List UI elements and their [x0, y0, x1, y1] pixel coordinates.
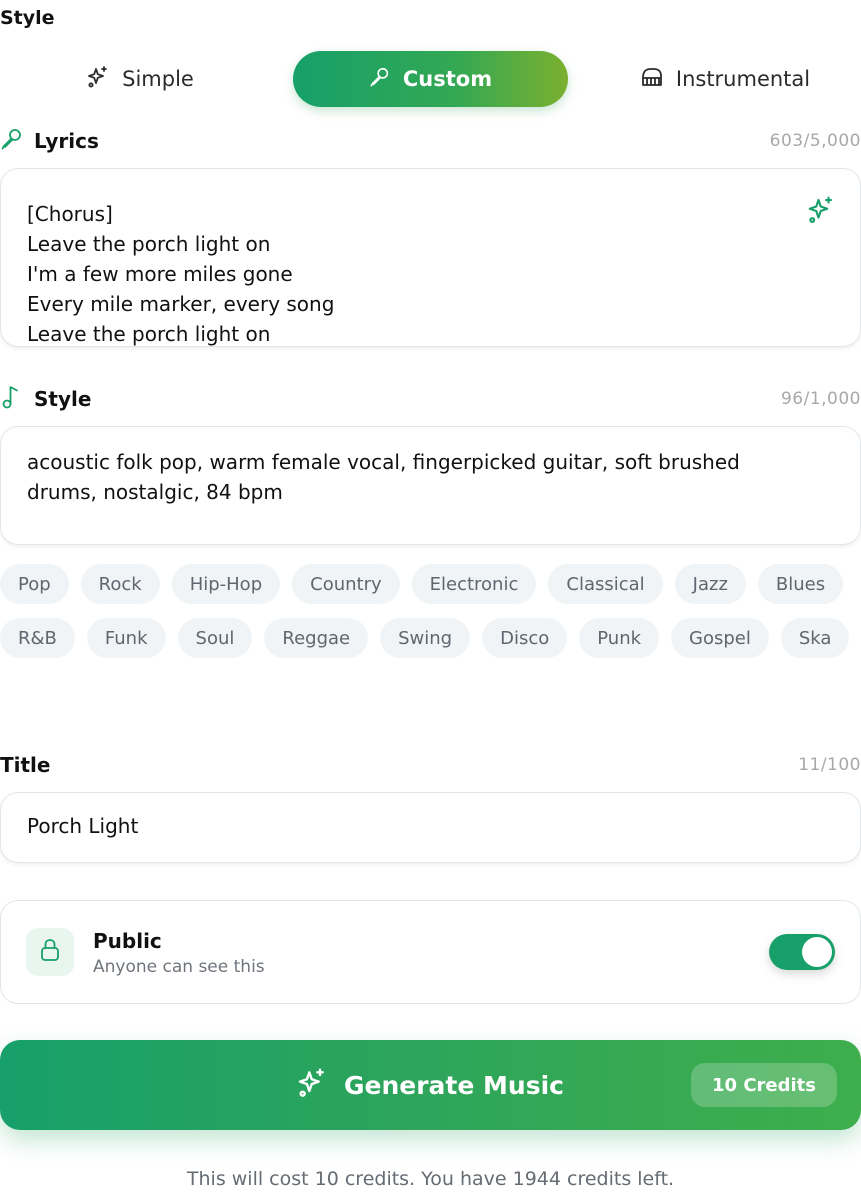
public-toggle[interactable] [769, 934, 835, 970]
genre-chip[interactable]: Punk [579, 618, 660, 658]
tab-instrumental[interactable]: Instrumental [620, 51, 830, 107]
credits-badge: 10 Credits [691, 1063, 837, 1107]
tab-custom-label: Custom [402, 67, 493, 91]
style-text[interactable]: acoustic folk pop, warm female vocal, fi… [27, 447, 800, 507]
genre-chip[interactable]: Hip-Hop [171, 564, 281, 604]
generate-button-content: Generate Music [296, 1040, 564, 1130]
genre-chip[interactable]: Ska [780, 618, 850, 658]
sparkles-icon [86, 65, 110, 94]
lock-icon-badge [26, 928, 74, 976]
genre-chip[interactable]: Jazz [674, 564, 746, 604]
genre-chip[interactable]: Pop [0, 564, 69, 604]
genre-chip[interactable]: Funk [86, 618, 166, 658]
genre-chip[interactable]: Disco [482, 618, 568, 658]
lyrics-textarea[interactable]: [Chorus] Leave the porch light on I'm a … [0, 168, 861, 347]
visibility-title: Public [93, 929, 162, 953]
piano-icon [640, 65, 664, 94]
lyrics-text[interactable]: [Chorus] Leave the porch light on I'm a … [27, 199, 790, 346]
sparkles-icon [296, 1067, 328, 1103]
style-header: Style 96/1,000 [0, 385, 861, 413]
microphone-icon [369, 66, 391, 93]
generate-music-button[interactable]: Generate Music 10 Credits [0, 1040, 861, 1130]
toggle-knob [802, 937, 832, 967]
sparkles-icon[interactable] [806, 195, 836, 229]
genre-chip[interactable]: Gospel [671, 618, 769, 658]
generate-button-label: Generate Music [344, 1070, 564, 1100]
lyrics-label: Lyrics [34, 129, 99, 153]
lock-icon [39, 938, 61, 966]
title-value[interactable]: Porch Light [27, 814, 138, 838]
music-note-icon [0, 384, 24, 414]
lyrics-header: Lyrics 603/5,000 [0, 127, 861, 155]
title-header: Title 11/100 [0, 751, 861, 779]
tab-simple[interactable]: Simple [40, 51, 240, 107]
title-char-count: 11/100 [798, 755, 861, 775]
microphone-icon [0, 127, 24, 155]
genre-chip-list: Pop Rock Hip-Hop Country Electronic Classical… [0, 564, 861, 658]
tab-instrumental-label: Instrumental [675, 67, 811, 91]
genre-chip[interactable]: Rock [80, 564, 160, 604]
genre-chip[interactable]: R&B [0, 618, 75, 658]
lyrics-char-count: 603/5,000 [769, 131, 861, 151]
tab-custom[interactable]: Custom [293, 51, 568, 107]
style-char-count: 96/1,000 [780, 389, 861, 409]
create-music-form: Style Simple Custom Instrumental Lyrics … [0, 0, 861, 1198]
genre-chip[interactable]: Electronic [411, 564, 537, 604]
genre-chip[interactable]: Country [292, 564, 400, 604]
genre-chip[interactable]: Soul [177, 618, 253, 658]
tab-simple-label: Simple [122, 67, 194, 91]
genre-chip[interactable]: Swing [380, 618, 471, 658]
title-input[interactable]: Porch Light [0, 792, 861, 863]
credits-note: This will cost 10 credits. You have 1944… [186, 1168, 675, 1190]
genre-chip[interactable]: Classical [548, 564, 663, 604]
visibility-card: Public Anyone can see this [0, 900, 861, 1004]
visibility-subtitle: Anyone can see this [93, 957, 265, 977]
style-label: Style [34, 387, 92, 411]
style-section-title: Style [0, 7, 55, 29]
genre-chip[interactable]: Reggae [264, 618, 369, 658]
style-textarea[interactable]: acoustic folk pop, warm female vocal, fi… [0, 426, 861, 545]
title-label: Title [0, 753, 51, 777]
genre-chip[interactable]: Blues [757, 564, 844, 604]
